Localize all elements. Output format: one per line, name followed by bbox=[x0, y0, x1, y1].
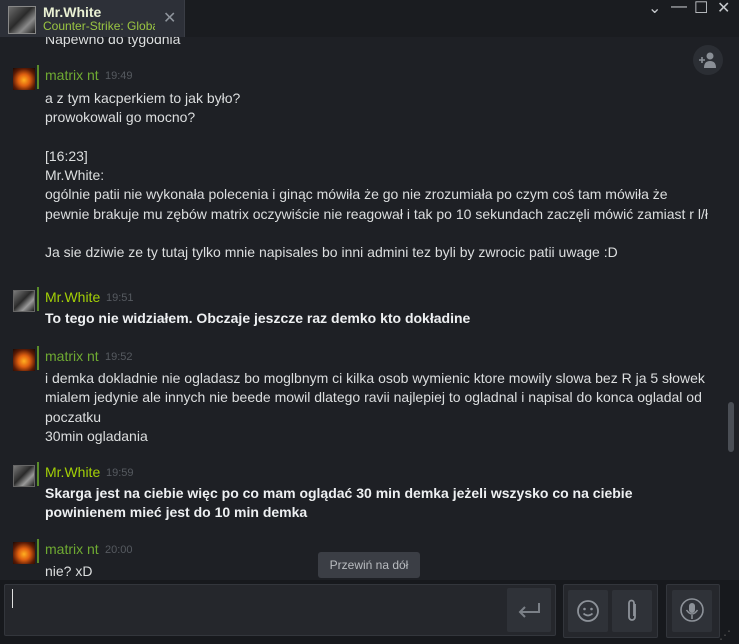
tab-friend-status: Counter-Strike: Global Offensive bbox=[43, 19, 155, 33]
close-window-icon[interactable]: ✕ bbox=[717, 0, 730, 18]
chat-tab-mr-white[interactable]: Mr.White Counter-Strike: Global Offensiv… bbox=[0, 0, 185, 37]
attachment-tools bbox=[563, 584, 658, 638]
message-text: Skarga jest na ciebie więc po co mam ogl… bbox=[45, 485, 637, 521]
avatar[interactable] bbox=[13, 68, 35, 90]
scroll-to-bottom-button[interactable]: Przewiń na dół bbox=[318, 552, 420, 578]
message-author[interactable]: matrix nt bbox=[45, 541, 99, 557]
add-people-icon[interactable] bbox=[693, 45, 723, 75]
message-time: 19:59 bbox=[106, 467, 134, 479]
voice-chat-button[interactable] bbox=[672, 590, 712, 632]
attach-button[interactable] bbox=[612, 590, 652, 632]
resize-grip-icon[interactable]: ⋰ bbox=[719, 628, 731, 642]
chat-history[interactable]: Napewno do tygodnia matrix nt 19:49 a z … bbox=[0, 37, 739, 580]
close-tab-icon[interactable]: ✕ bbox=[163, 8, 176, 28]
avatar[interactable] bbox=[13, 349, 35, 371]
title-bar: Mr.White Counter-Strike: Global Offensiv… bbox=[0, 0, 739, 38]
emoji-button[interactable] bbox=[568, 590, 608, 632]
minimize-icon[interactable]: — bbox=[671, 0, 687, 16]
send-button[interactable] bbox=[507, 588, 551, 632]
message-time: 19:49 bbox=[105, 70, 133, 82]
avatar[interactable] bbox=[13, 465, 35, 487]
author-bar bbox=[37, 65, 39, 89]
message-time: 20:00 bbox=[105, 544, 133, 556]
message-time: 19:51 bbox=[106, 292, 134, 304]
avatar[interactable] bbox=[13, 542, 35, 564]
emoji-icon bbox=[577, 600, 599, 622]
author-bar bbox=[37, 346, 39, 370]
message-author[interactable]: Mr.White bbox=[45, 289, 100, 305]
message-text: a z tym kacperkiem to jak było? prowokow… bbox=[45, 90, 708, 261]
message-author[interactable]: matrix nt bbox=[45, 67, 99, 83]
text-caret bbox=[12, 589, 13, 608]
message-text: To tego nie widziałem. Obczaje jeszcze r… bbox=[45, 310, 471, 326]
message-time: 19:52 bbox=[105, 351, 133, 363]
message-author[interactable]: matrix nt bbox=[45, 348, 99, 364]
author-bar bbox=[37, 287, 39, 311]
send-icon bbox=[518, 603, 540, 618]
window-menu-icon[interactable]: ⌄ bbox=[648, 0, 661, 18]
previous-message-text: Napewno do tygodnia bbox=[45, 37, 181, 47]
message-author[interactable]: Mr.White bbox=[45, 464, 100, 480]
paperclip-icon bbox=[628, 599, 636, 621]
microphone-icon bbox=[680, 598, 704, 622]
maximize-icon[interactable]: ☐ bbox=[694, 0, 708, 18]
author-bar bbox=[37, 539, 39, 563]
chat-scrollbar[interactable] bbox=[728, 402, 734, 452]
message-text: i demka dokladnie nie ogladasz bo moglbn… bbox=[45, 370, 705, 444]
voice-chat-group bbox=[666, 584, 720, 638]
avatar[interactable] bbox=[13, 290, 35, 312]
tab-friend-name: Mr.White bbox=[43, 4, 102, 20]
friend-avatar bbox=[8, 6, 36, 34]
message-input[interactable] bbox=[4, 584, 556, 636]
author-bar bbox=[37, 462, 39, 486]
